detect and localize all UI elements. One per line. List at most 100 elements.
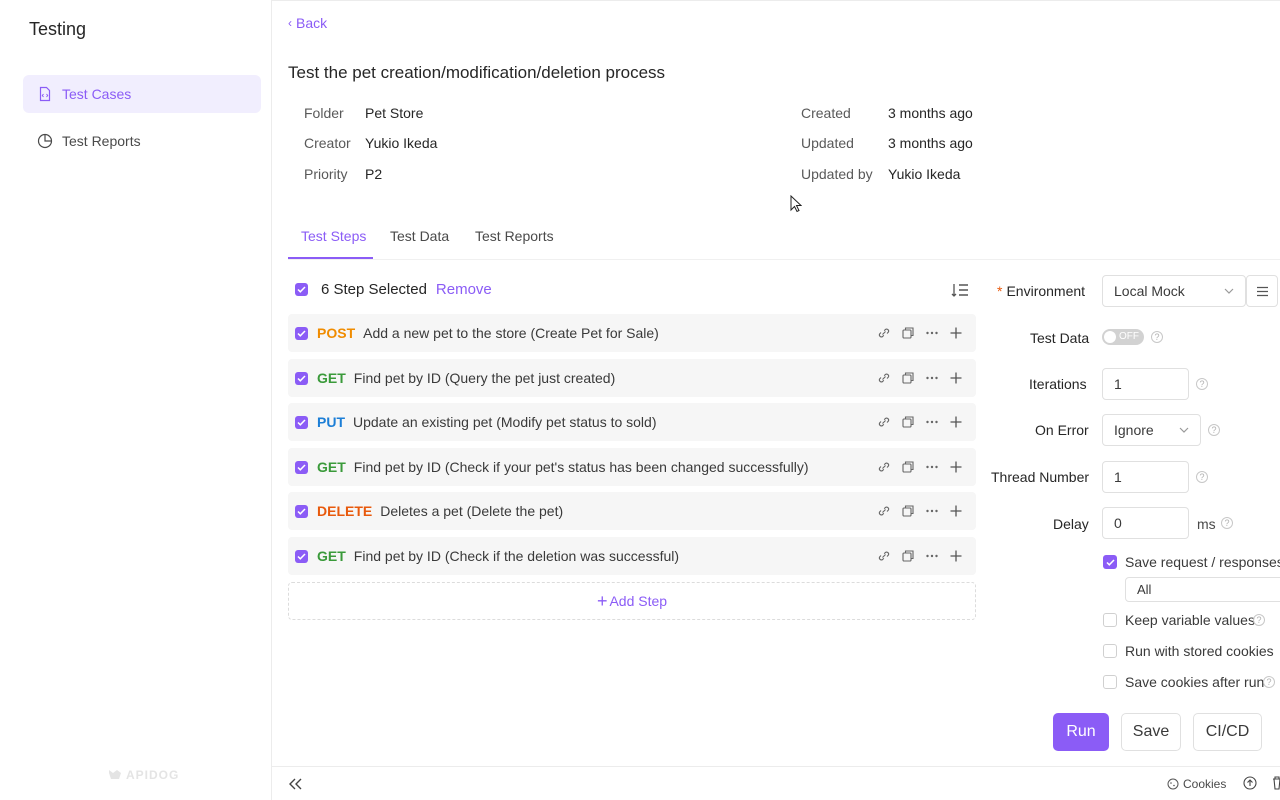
help-icon[interactable]: ? xyxy=(1253,614,1265,626)
copy-icon[interactable] xyxy=(900,548,916,564)
meta-label: Created xyxy=(801,105,851,121)
link-icon[interactable] xyxy=(876,414,892,430)
thread-number-input[interactable]: 1 xyxy=(1102,461,1189,493)
more-icon[interactable] xyxy=(924,548,940,564)
cicd-button[interactable]: CI/CD xyxy=(1193,713,1262,751)
back-label: Back xyxy=(296,15,328,31)
tab-test-data[interactable]: Test Data xyxy=(390,228,449,244)
collapse-sidebar-icon[interactable] xyxy=(289,777,303,793)
copy-icon[interactable] xyxy=(900,370,916,386)
step-checkbox[interactable] xyxy=(295,371,308,385)
run-with-stored-cookies-checkbox[interactable]: Run with stored cookies xyxy=(1103,643,1274,659)
http-method-badge: DELETE xyxy=(317,503,373,519)
copy-icon[interactable] xyxy=(900,414,916,430)
help-icon[interactable]: ? xyxy=(1221,517,1233,529)
copy-icon[interactable] xyxy=(900,503,916,519)
save-cookies-after-run-checkbox[interactable]: Save cookies after run xyxy=(1103,674,1264,690)
apidog-logo-text: APIDOG xyxy=(126,768,180,782)
copy-icon[interactable] xyxy=(900,325,916,341)
keep-variable-values-checkbox[interactable]: Keep variable values xyxy=(1103,612,1255,628)
add-icon[interactable] xyxy=(948,370,964,386)
tab-test-steps[interactable]: Test Steps xyxy=(301,228,366,244)
sidebar-item-label: Test Cases xyxy=(62,86,132,102)
help-icon[interactable]: ? xyxy=(1196,378,1208,390)
cookies-label: Cookies xyxy=(1183,777,1227,791)
add-icon[interactable] xyxy=(948,459,964,475)
link-icon[interactable] xyxy=(876,459,892,475)
more-icon[interactable] xyxy=(924,503,940,519)
help-icon[interactable]: ? xyxy=(1196,471,1208,483)
test-step-row[interactable]: DELETE Deletes a pet (Delete the pet) xyxy=(288,492,976,530)
step-actions xyxy=(876,548,964,564)
meta-updated-by: Updated by Yukio Ikeda xyxy=(801,166,960,182)
tab-test-reports[interactable]: Test Reports xyxy=(475,228,554,244)
trash-icon[interactable] xyxy=(1272,776,1280,793)
http-method-badge: PUT xyxy=(317,414,345,430)
add-step-button[interactable]: + Add Step xyxy=(288,582,976,620)
meta-value: Pet Store xyxy=(365,105,424,121)
sidebar-item-test-cases[interactable]: Test Cases xyxy=(23,75,261,113)
step-actions xyxy=(876,370,964,386)
save-scope-select[interactable]: All xyxy=(1125,577,1280,602)
step-checkbox[interactable] xyxy=(295,504,308,518)
iterations-input[interactable]: 1 xyxy=(1102,368,1189,400)
more-icon[interactable] xyxy=(924,370,940,386)
on-error-select[interactable]: Ignore xyxy=(1102,414,1201,446)
meta-value: Yukio Ikeda xyxy=(888,166,961,182)
step-checkbox[interactable] xyxy=(295,549,308,563)
help-icon[interactable]: ? xyxy=(1263,676,1275,688)
back-link[interactable]: ‹ Back xyxy=(288,15,327,31)
check-icon xyxy=(297,552,306,560)
help-icon[interactable]: ? xyxy=(1208,424,1220,436)
test-step-row[interactable]: POST Add a new pet to the store (Create P… xyxy=(288,314,976,352)
step-checkbox[interactable] xyxy=(295,460,308,474)
link-icon[interactable] xyxy=(876,503,892,519)
sidebar-item-label: Test Reports xyxy=(62,133,141,149)
on-error-label: On Error xyxy=(1035,422,1089,438)
link-icon[interactable] xyxy=(876,548,892,564)
sidebar-item-test-reports[interactable]: Test Reports xyxy=(23,122,261,160)
meta-updated: Updated 3 months ago xyxy=(801,135,973,151)
step-actions xyxy=(876,459,964,475)
chevron-down-icon xyxy=(1178,423,1190,439)
step-checkbox[interactable] xyxy=(295,326,308,340)
test-step-row[interactable]: GET Find pet by ID (Check if your pet's s… xyxy=(288,448,976,486)
bottom-bar: Cookies xyxy=(272,766,1280,800)
remove-selected-button[interactable]: Remove xyxy=(436,281,492,298)
more-icon[interactable] xyxy=(924,414,940,430)
test-data-toggle[interactable]: OFF xyxy=(1102,329,1144,345)
test-step-row[interactable]: GET Find pet by ID (Query the pet just cr… xyxy=(288,359,976,397)
checkbox-label: Run with stored cookies xyxy=(1125,643,1274,659)
save-request-responses-checkbox[interactable]: Save request / responses xyxy=(1103,554,1280,570)
meta-priority: Priority P2 xyxy=(304,166,382,182)
select-all-checkbox[interactable] xyxy=(295,283,308,296)
test-step-row[interactable]: GET Find pet by ID (Check if the deletion… xyxy=(288,537,976,575)
environment-menu-button[interactable] xyxy=(1246,275,1278,307)
check-icon xyxy=(297,329,306,337)
environment-select[interactable]: Local Mock xyxy=(1102,275,1246,307)
check-icon xyxy=(1105,558,1115,566)
add-icon[interactable] xyxy=(948,414,964,430)
link-icon[interactable] xyxy=(876,370,892,386)
save-button[interactable]: Save xyxy=(1121,713,1181,751)
cookies-button[interactable]: Cookies xyxy=(1167,777,1226,791)
add-icon[interactable] xyxy=(948,325,964,341)
test-step-row[interactable]: PUT Update an existing pet (Modify pet st… xyxy=(288,403,976,441)
delay-input[interactable]: 0 xyxy=(1102,507,1189,539)
add-icon[interactable] xyxy=(948,548,964,564)
copy-icon[interactable] xyxy=(900,459,916,475)
add-icon[interactable] xyxy=(948,503,964,519)
help-icon[interactable]: ? xyxy=(1151,331,1163,343)
more-icon[interactable] xyxy=(924,459,940,475)
upload-icon[interactable] xyxy=(1243,776,1257,793)
delay-unit: ms xyxy=(1197,516,1216,532)
meta-value: Yukio Ikeda xyxy=(365,135,438,151)
more-icon[interactable] xyxy=(924,325,940,341)
page-title: Test the pet creation/modification/delet… xyxy=(288,63,666,82)
selection-header: 6 Step Selected Remove xyxy=(295,281,492,298)
step-name: Find pet by ID (Query the pet just creat… xyxy=(353,370,616,386)
list-order-icon[interactable] xyxy=(951,282,969,301)
run-button[interactable]: Run xyxy=(1053,713,1109,751)
link-icon[interactable] xyxy=(876,325,892,341)
step-checkbox[interactable] xyxy=(295,415,308,429)
